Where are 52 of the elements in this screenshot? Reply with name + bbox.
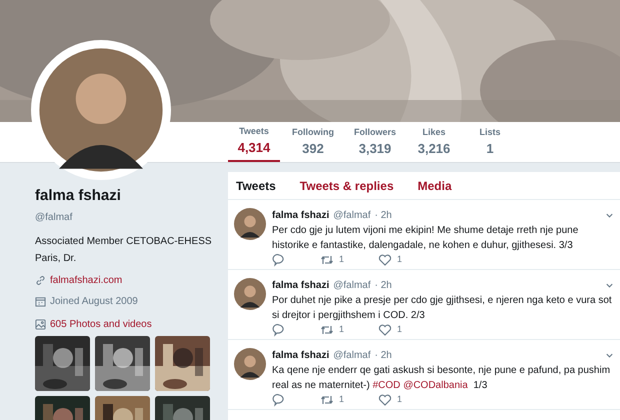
avatar (234, 208, 266, 240)
timeline-tab[interactable]: Tweets & replies (300, 176, 394, 194)
tweet-handle: @falmaf (333, 349, 371, 363)
timeline-tab[interactable]: Tweets (236, 176, 276, 194)
heart-icon[interactable] (378, 393, 392, 407)
retweet-icon[interactable] (320, 393, 334, 407)
avatar (234, 348, 266, 380)
retweet-icon[interactable] (320, 253, 334, 267)
stat-tab[interactable]: Tweets 4,314 (228, 122, 280, 162)
website-link[interactable]: falmafshazi.com (50, 272, 122, 288)
image-icon (35, 318, 46, 330)
stat-tab[interactable]: Likes 3,216 (408, 122, 460, 162)
joined-date: Joined August 2009 (50, 294, 138, 308)
like-count: 1 (397, 323, 402, 336)
reply-icon[interactable] (272, 323, 286, 337)
avatar (234, 278, 266, 310)
tweet-text: Por duhet nje pike a presje per cdo gje gjithsesi, e njeren nga keto e vura sot si drejtor i pergjithshem i COD. 2/3 (272, 294, 613, 323)
tweet-link[interactable]: #COD (372, 380, 400, 391)
link-icon (35, 274, 46, 286)
stat-tab[interactable]: Following 392 (284, 122, 342, 162)
heart-icon[interactable] (378, 323, 392, 337)
calendar-icon (35, 296, 46, 306)
tweet-handle: @falmaf (333, 209, 371, 223)
retweet-icon[interactable] (320, 323, 334, 337)
profile-name: falma fshazi (35, 186, 122, 206)
chevron-down-icon[interactable] (605, 281, 614, 290)
retweet-count: 1 (339, 323, 344, 336)
stat-tab[interactable]: Followers 3,319 (346, 122, 404, 162)
reply-icon[interactable] (272, 253, 286, 267)
stat-tab[interactable]: Lists 1 (464, 122, 516, 162)
tweet-author[interactable]: falma fshazi (272, 208, 330, 223)
timeline-tab[interactable]: Media (418, 176, 452, 194)
tweet-link[interactable]: @CODalbania (403, 380, 468, 391)
tweet-author[interactable]: falma fshazi (272, 348, 330, 363)
tweet-handle: @falmaf (333, 279, 371, 293)
chevron-down-icon[interactable] (605, 211, 614, 220)
retweet-count: 1 (339, 393, 344, 406)
reply-icon[interactable] (272, 393, 286, 407)
like-count: 1 (397, 253, 402, 266)
profile-handle: @falmaf (35, 210, 74, 224)
tweet-time: · 2h (374, 209, 392, 223)
tweet-text: Ka qene nje enderr qe gati askush si besonte, nje pune e pafund, pa pushim real as ne maternitet-) #COD @CODalbania 1/3 (272, 364, 612, 393)
tweet-author[interactable]: falma fshazi (272, 278, 330, 293)
photos-videos-link[interactable]: 605 Photos and videos (50, 316, 152, 332)
tweet-time: · 2h (374, 349, 392, 363)
tweet-text: Per cdo gje ju lutem vijoni me ekipin! Me shume detaje rreth nje pune historike e fantastike, dalengadale, ne kohen e duhur, gjithesesi. 3/3 (272, 224, 580, 253)
heart-icon[interactable] (378, 253, 392, 267)
retweet-count: 1 (339, 253, 344, 266)
tweet-time: · 2h (374, 279, 392, 293)
like-count: 1 (397, 393, 402, 406)
profile-bio: Associated Member CETOBAC-EHESS Paris, Dr. (35, 234, 213, 266)
chevron-down-icon[interactable] (605, 351, 614, 360)
